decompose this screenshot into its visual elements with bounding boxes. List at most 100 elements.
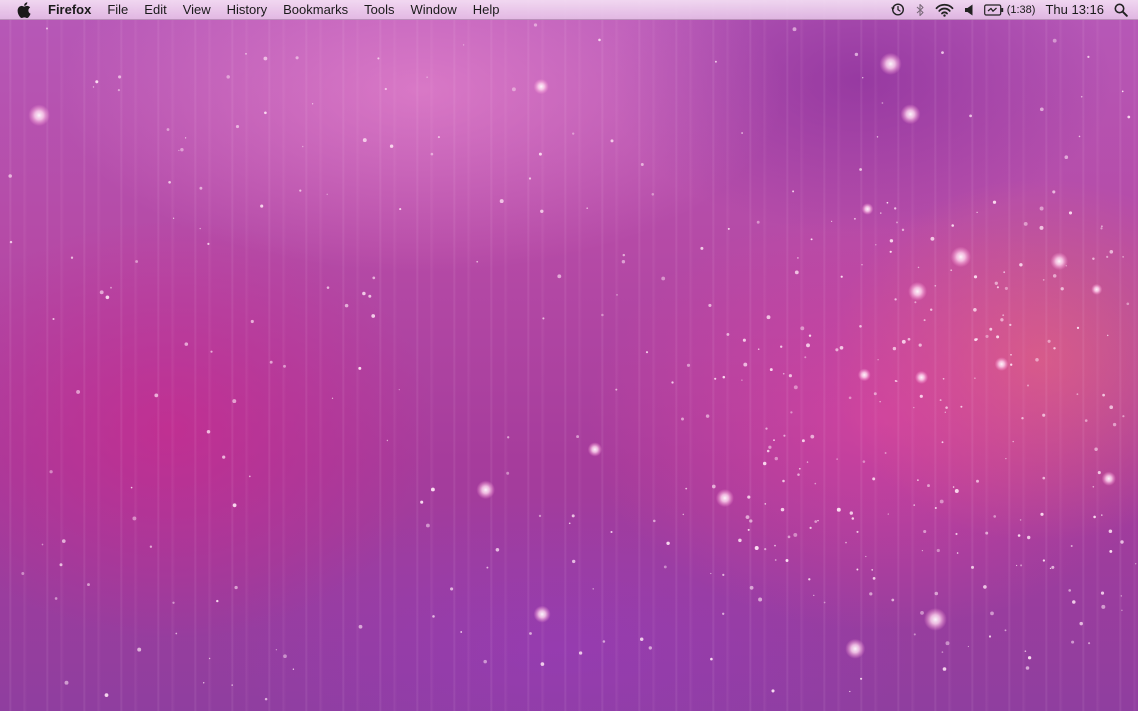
sparkle	[533, 23, 538, 27]
sparkle	[639, 637, 644, 642]
sparkle	[861, 264, 863, 266]
sparkle	[368, 294, 372, 298]
sparkle	[934, 284, 937, 287]
sparkle	[851, 517, 855, 520]
sparkle	[944, 411, 946, 413]
sparkle	[1109, 250, 1114, 254]
sparkle	[756, 220, 760, 224]
sparkle	[722, 375, 726, 379]
sparkle	[203, 682, 205, 684]
sparkle	[901, 228, 905, 232]
sparkle	[568, 522, 571, 525]
apple-icon[interactable]	[16, 1, 32, 18]
sparkle	[806, 461, 809, 463]
sparkle	[666, 541, 670, 546]
sparkle	[1101, 471, 1116, 486]
sparkle	[682, 513, 685, 516]
bluetooth-icon[interactable]	[915, 0, 925, 20]
sparkle	[880, 212, 882, 214]
sparkle	[1076, 326, 1080, 330]
menu-history[interactable]: History	[219, 0, 275, 20]
sparkle	[875, 244, 877, 246]
sparkle	[714, 377, 717, 380]
sparkle	[785, 559, 789, 562]
menu-bar-clock[interactable]: Thu 13:16	[1045, 0, 1104, 20]
sparkle	[437, 136, 440, 139]
sparkle	[985, 334, 989, 338]
sparkle	[61, 539, 66, 543]
sparkle	[743, 362, 748, 367]
sparkle	[839, 345, 844, 350]
sparkle	[856, 568, 859, 571]
sparkle	[854, 52, 859, 57]
sparkle	[989, 327, 993, 331]
sparkle	[908, 281, 927, 301]
sparkle	[892, 346, 897, 351]
sparkle	[301, 145, 304, 148]
sparkle	[879, 52, 902, 76]
sparkle	[1100, 591, 1105, 595]
sparkle	[572, 132, 575, 135]
sparkle	[572, 559, 576, 564]
sparkle	[782, 479, 785, 483]
sparkle	[942, 377, 945, 380]
sparkle	[773, 439, 775, 441]
spotlight-search-icon[interactable]	[1114, 0, 1128, 20]
sparkle	[601, 313, 604, 317]
sparkle	[54, 597, 58, 600]
sparkle	[1109, 405, 1114, 410]
sparkle	[231, 684, 233, 686]
sparkle	[1120, 595, 1122, 597]
menu-tools[interactable]: Tools	[356, 0, 402, 20]
sparkle	[663, 565, 667, 569]
battery-status[interactable]: (1:38)	[983, 0, 1035, 20]
menu-help[interactable]: Help	[465, 0, 508, 20]
sparkle	[879, 401, 881, 403]
sparkle	[462, 44, 465, 46]
menu-bookmarks[interactable]: Bookmarks	[275, 0, 356, 20]
sparkle	[137, 647, 142, 652]
sparkle	[749, 519, 753, 523]
sparkle	[1042, 413, 1046, 417]
sparkle	[149, 545, 153, 548]
sparkle	[889, 250, 892, 253]
sparkle	[929, 308, 933, 311]
sparkle	[913, 406, 915, 409]
sparkle	[610, 139, 614, 143]
sparkle	[1027, 656, 1032, 660]
sparkle	[808, 334, 812, 337]
sparkle	[99, 290, 104, 295]
menu-app-name[interactable]: Firefox	[46, 0, 99, 20]
sparkle	[814, 482, 817, 485]
sparkle	[269, 360, 273, 364]
menu-view[interactable]: View	[175, 0, 219, 20]
sparkle	[529, 632, 532, 635]
sparkle	[264, 111, 267, 115]
sparkle	[859, 324, 862, 328]
volume-icon[interactable]	[964, 0, 974, 20]
sparkle	[426, 76, 428, 78]
sparkle	[942, 667, 947, 671]
sparkle	[430, 487, 435, 492]
menu-edit[interactable]: Edit	[136, 0, 174, 20]
menu-window[interactable]: Window	[403, 0, 465, 20]
sparkle	[848, 396, 852, 400]
sparkle	[941, 651, 944, 653]
sparkle	[757, 348, 760, 351]
wifi-icon[interactable]	[935, 0, 954, 20]
time-machine-icon[interactable]	[890, 0, 905, 20]
sparkle	[1039, 206, 1044, 211]
sparkle	[950, 269, 953, 272]
sparkle	[804, 356, 807, 359]
sparkle	[1102, 393, 1105, 397]
menu-file[interactable]: File	[99, 0, 136, 20]
sparkle	[1024, 650, 1027, 653]
sparkle	[1021, 416, 1024, 420]
sparkle	[1052, 38, 1057, 43]
sparkle	[576, 435, 580, 439]
sparkle	[1002, 314, 1005, 317]
sparkle	[1097, 471, 1101, 475]
sparkle	[1049, 567, 1052, 570]
sparkle	[1065, 265, 1067, 267]
sparkle	[974, 377, 976, 380]
